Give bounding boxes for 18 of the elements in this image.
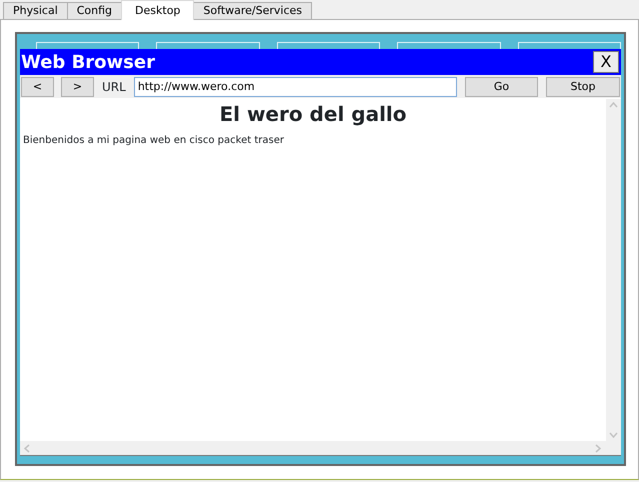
url-field[interactable]: http://www.wero.com [134, 76, 457, 96]
forward-button[interactable]: > [61, 76, 94, 96]
page-text: Bienbenidos a mi pagina web en cisco packet traser [23, 134, 285, 148]
scroll-right-icon[interactable] [595, 444, 601, 452]
tab[interactable]: Software/Services [193, 2, 312, 19]
scroll-down-icon[interactable] [609, 432, 618, 438]
scroll-up-icon[interactable] [609, 102, 618, 108]
url-label: URL [102, 78, 126, 96]
tab[interactable]: Config [66, 2, 122, 19]
stop-button[interactable]: Stop [546, 76, 620, 96]
tab[interactable]: Physical [3, 2, 68, 19]
back-button[interactable]: < [21, 76, 54, 96]
close-button[interactable]: X [593, 51, 619, 73]
tab[interactable]: Desktop [121, 0, 194, 20]
window-title: Web Browser [21, 50, 155, 74]
scroll-left-icon[interactable] [24, 444, 30, 452]
page-heading: El wero del gallo [218, 101, 408, 127]
go-button[interactable]: Go [465, 76, 538, 96]
